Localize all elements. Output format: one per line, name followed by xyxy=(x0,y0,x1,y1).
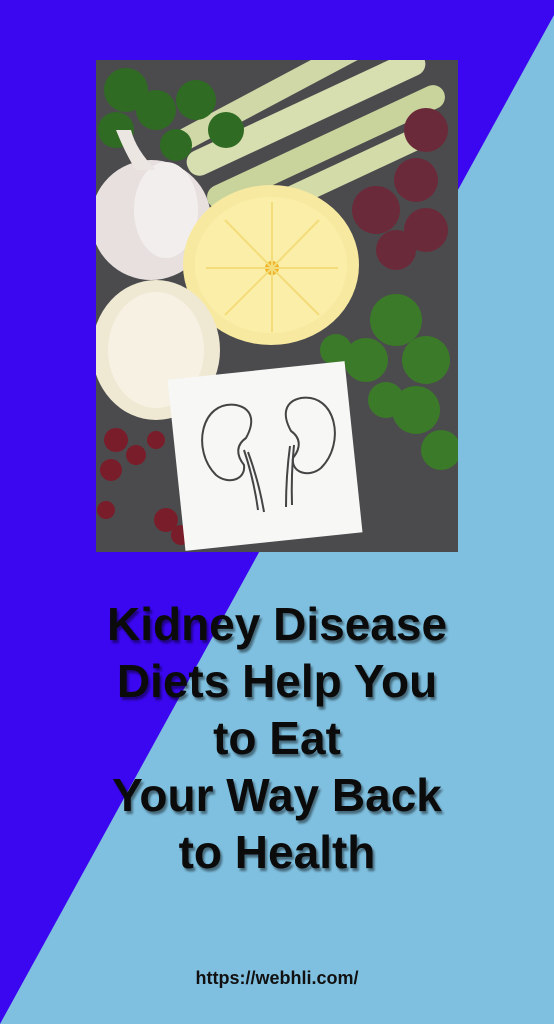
headline-line-2: Diets Help You xyxy=(116,655,438,707)
food-illustration xyxy=(96,60,458,552)
headline: Kidney Disease Diets Help You to Eat You… xyxy=(0,596,554,881)
website-link[interactable]: https://webhli.com/ xyxy=(0,968,554,989)
kidney-card-icon xyxy=(167,361,363,551)
headline-line-5: to Health xyxy=(178,826,376,878)
headline-line-4: Your Way Back xyxy=(112,769,442,821)
headline-line-1: Kidney Disease xyxy=(106,598,448,650)
food-photo xyxy=(96,60,458,552)
headline-line-3: to Eat xyxy=(213,712,341,764)
